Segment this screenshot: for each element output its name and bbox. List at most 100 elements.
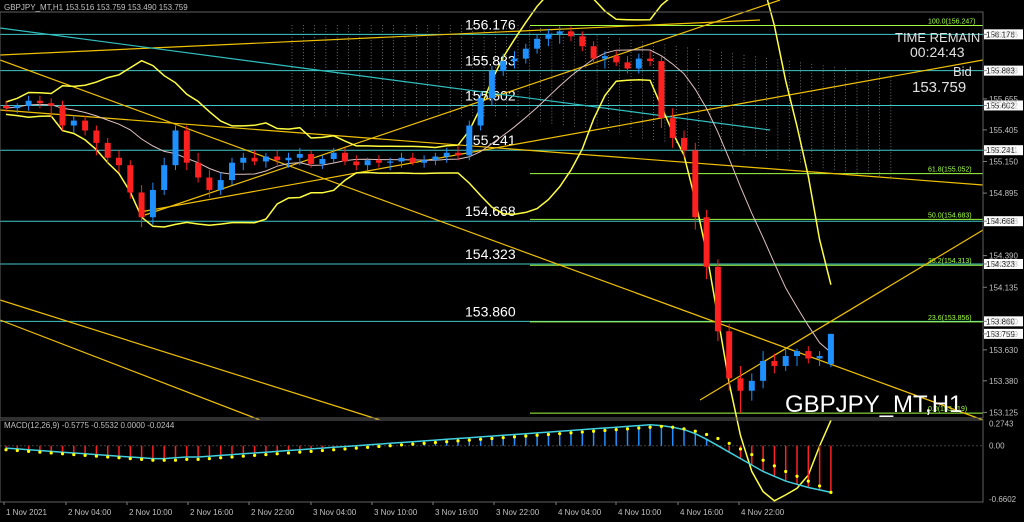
signal-dot xyxy=(60,452,65,456)
candle-body xyxy=(647,58,654,62)
signal-dot xyxy=(219,456,223,460)
y-tick-label: 155.883 xyxy=(989,67,1018,76)
candle-body xyxy=(319,158,326,164)
signal-dot xyxy=(456,439,460,443)
signal-dot xyxy=(309,449,313,453)
candle-body xyxy=(330,152,337,159)
candle-body xyxy=(229,162,235,181)
signal-dot xyxy=(151,458,155,462)
candle-body xyxy=(116,157,122,166)
signal-dot xyxy=(388,444,392,448)
candle-body xyxy=(760,360,767,381)
y-tick-label: 153.630 xyxy=(989,346,1018,355)
watermark: GBPJPY_MT,H1 xyxy=(785,391,962,418)
level-label: 155.883 xyxy=(465,53,516,69)
signal-dot xyxy=(286,451,291,455)
signal-dot xyxy=(173,458,178,462)
y-tick-label: 153.380 xyxy=(989,377,1018,386)
signal-dot xyxy=(535,433,539,437)
signal-dot xyxy=(15,448,19,453)
y-tick-label: 155.241 xyxy=(989,146,1018,155)
signal-dot xyxy=(795,474,799,478)
candle-body xyxy=(342,152,348,162)
candle-body xyxy=(511,58,518,62)
candle-body xyxy=(308,154,315,164)
fib-label: 23.6(153.856) xyxy=(928,315,972,322)
candle-body xyxy=(36,100,43,104)
signal-dot xyxy=(298,450,302,454)
bid-label: Bid xyxy=(953,64,972,79)
candle-body xyxy=(556,31,563,34)
x-tick-label: 4 Nov 10:00 xyxy=(618,508,662,517)
candle-body xyxy=(240,157,247,163)
x-tick-label: 3 Nov 04:00 xyxy=(313,508,357,517)
y-tick-label: 153.125 xyxy=(989,408,1018,417)
candle-body xyxy=(816,356,823,359)
fib-label: 50.0(154.683) xyxy=(928,212,972,219)
macd-header: MACD(12,26,9) -0.5775 -0.5532 0.0000 -0.… xyxy=(4,421,175,430)
signal-dot xyxy=(433,440,437,445)
macd-y-tick-label: 0.00 xyxy=(989,442,1005,451)
y-tick-label: 156.176 xyxy=(989,30,1018,39)
y-tick-label: 155.602 xyxy=(989,101,1018,110)
signal-dot xyxy=(140,457,144,461)
x-tick-label: 3 Nov 22:00 xyxy=(496,508,540,517)
signal-dot xyxy=(693,429,697,433)
signal-dot xyxy=(377,444,381,449)
y-tick-label: 154.668 xyxy=(989,217,1018,226)
candle-body xyxy=(375,160,382,163)
signal-dot xyxy=(806,479,810,483)
candle-body xyxy=(138,192,145,218)
candle-body xyxy=(353,161,360,166)
candle-body xyxy=(568,31,574,37)
candle-body xyxy=(534,38,541,49)
candle-body xyxy=(161,165,168,190)
signal-dot xyxy=(399,443,404,447)
level-label: 154.323 xyxy=(465,246,516,262)
signal-dot xyxy=(320,448,324,453)
candle-body xyxy=(364,160,371,166)
signal-dot xyxy=(479,437,483,441)
signal-dot xyxy=(524,434,528,438)
candle-body xyxy=(703,217,710,267)
candle-body xyxy=(398,157,405,162)
candle-body xyxy=(172,130,179,166)
x-tick-label: 2 Nov 10:00 xyxy=(129,508,173,517)
signal-dot xyxy=(750,452,754,457)
candle-body xyxy=(421,160,428,163)
signal-dot xyxy=(264,452,268,457)
signal-dot xyxy=(253,453,257,457)
signal-dot xyxy=(671,425,675,429)
candle-body xyxy=(827,333,834,364)
candle-body xyxy=(93,130,100,143)
candle-body xyxy=(692,150,699,218)
candle-body xyxy=(748,380,755,391)
y-tick-label: 155.150 xyxy=(989,157,1018,166)
signal-dot xyxy=(569,431,573,435)
signal-dot xyxy=(682,427,686,431)
signal-dot xyxy=(829,490,833,494)
signal-dot xyxy=(275,452,279,456)
candle-body xyxy=(805,351,812,359)
y-tick-label: 154.895 xyxy=(989,189,1018,198)
signal-dot xyxy=(230,455,234,459)
candle-body xyxy=(59,105,66,126)
candle-body xyxy=(794,351,800,357)
candle-body xyxy=(714,266,721,332)
signal-dot xyxy=(354,446,358,450)
candle-body xyxy=(104,142,111,158)
candle-body xyxy=(466,125,473,156)
signal-dot xyxy=(818,484,822,488)
candle-body xyxy=(455,152,461,156)
signal-dot xyxy=(185,457,189,461)
signal-dot xyxy=(83,453,87,457)
candle-body xyxy=(70,120,77,126)
x-tick-label: 3 Nov 10:00 xyxy=(374,508,418,517)
macd-y-tick-label: -0.6602 xyxy=(989,495,1017,504)
signal-dot xyxy=(772,464,777,468)
signal-dot xyxy=(512,435,517,439)
candle-body xyxy=(387,161,394,163)
candle-body xyxy=(274,156,281,161)
candle-body xyxy=(590,46,597,59)
candle-body xyxy=(82,120,89,131)
